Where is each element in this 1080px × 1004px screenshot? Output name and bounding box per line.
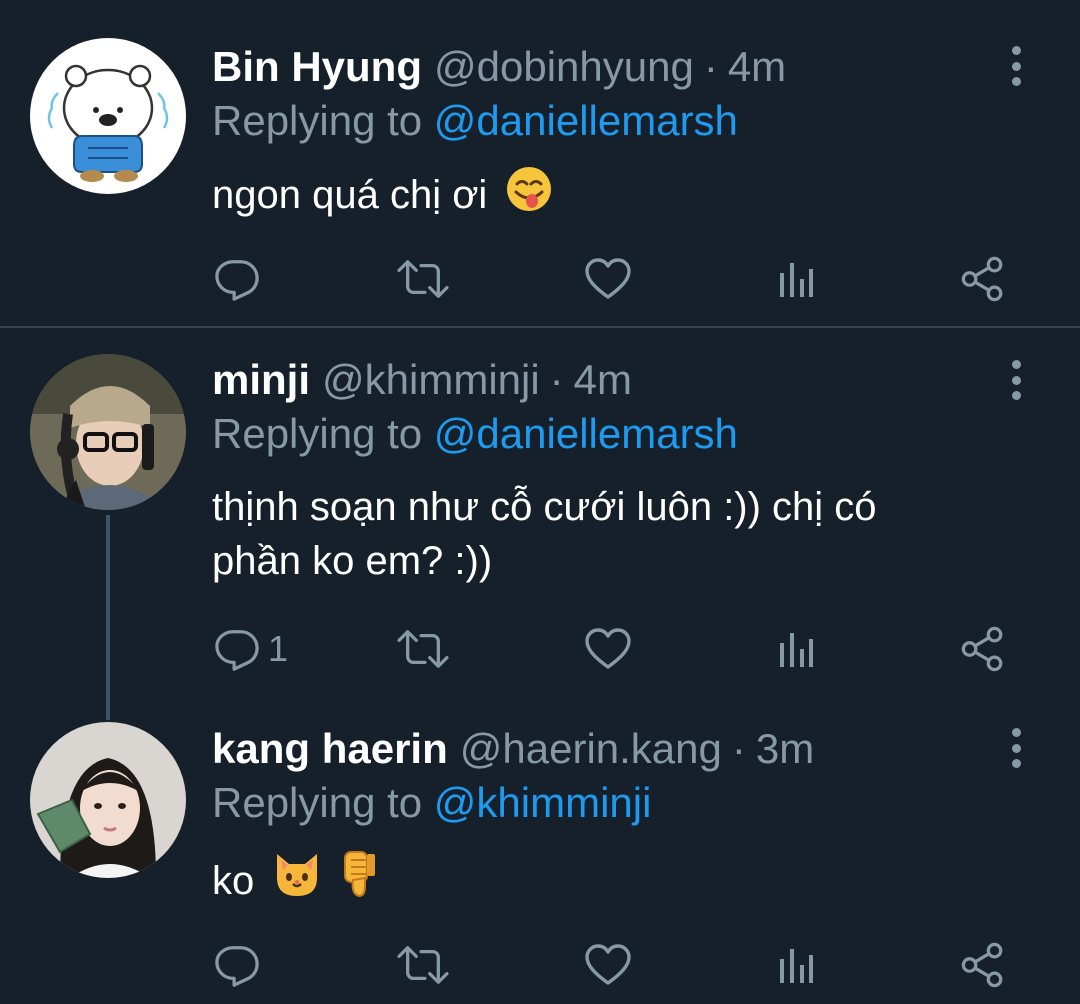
share-button[interactable]: [960, 624, 1006, 674]
cat-face-emoji: [277, 854, 318, 896]
retweet-icon: [396, 626, 450, 672]
share-icon: [960, 626, 1006, 672]
timestamp[interactable]: 4m: [728, 40, 786, 94]
reply-count: 1: [268, 628, 289, 669]
analytics-icon: [776, 629, 816, 669]
separator: ·: [731, 725, 746, 772]
reply-button[interactable]: 1: [214, 624, 288, 674]
tweet-actions: 1: [0, 624, 1080, 674]
display-name[interactable]: Bin Hyung: [212, 40, 422, 94]
analytics-button[interactable]: [776, 254, 816, 304]
retweet-button[interactable]: [396, 624, 450, 674]
tweet-text: ko: [212, 848, 1012, 908]
analytics-icon: [776, 945, 816, 985]
separator: ·: [703, 43, 718, 90]
girl-with-headphones-icon: [30, 354, 186, 510]
tweet-1[interactable]: Bin Hyung @dobinhyung · 4m Replying to @…: [0, 0, 1080, 326]
tweet-text: thịnh soạn như cỗ cưới luôn :)) chị có p…: [212, 480, 1012, 588]
replying-prefix: Replying to: [212, 779, 423, 826]
reply-icon: [214, 626, 260, 672]
share-button[interactable]: [960, 940, 1006, 990]
retweet-button[interactable]: [396, 254, 450, 304]
tweet-text-line: phần ko em? :)): [212, 539, 493, 583]
thumbs-down-emoji: [343, 851, 375, 898]
more-vertical-icon[interactable]: [1004, 46, 1028, 86]
heart-icon: [584, 257, 632, 301]
timestamp[interactable]: 4m: [574, 353, 632, 407]
avatar[interactable]: [30, 354, 186, 510]
reply-button[interactable]: [214, 254, 260, 304]
tweet-text-content: ko: [212, 859, 255, 903]
face-savoring-food-emoji: [507, 167, 552, 211]
like-button[interactable]: [584, 254, 632, 304]
like-button[interactable]: [584, 624, 632, 674]
avatar[interactable]: [30, 38, 186, 194]
analytics-button[interactable]: [776, 940, 816, 990]
avatar[interactable]: [30, 722, 186, 878]
tweet-2[interactable]: minji @khimminji · 4m Replying to @danie…: [0, 328, 1080, 720]
white-bear-icon: [30, 38, 186, 194]
username[interactable]: @khimminji: [322, 353, 540, 407]
heart-icon: [584, 627, 632, 671]
replying-to: Replying to @daniellemarsh: [212, 407, 738, 461]
username[interactable]: @haerin.kang: [460, 722, 722, 776]
reply-icon: [214, 942, 260, 988]
reply-button[interactable]: [214, 940, 260, 990]
tweet-3[interactable]: kang haerin @haerin.kang · 3m Replying t…: [0, 708, 1080, 1004]
retweet-icon: [396, 942, 450, 988]
separator: ·: [549, 356, 564, 403]
retweet-icon: [396, 256, 450, 302]
analytics-button[interactable]: [776, 624, 816, 674]
reply-icon: [214, 256, 260, 302]
tweet-text-content: ngon quá chị ơi: [212, 173, 488, 217]
timestamp[interactable]: 3m: [756, 722, 814, 776]
username[interactable]: @dobinhyung: [434, 40, 694, 94]
more-vertical-icon[interactable]: [1004, 728, 1028, 768]
analytics-icon: [776, 259, 816, 299]
tweet-actions: [0, 940, 1080, 990]
share-icon: [960, 942, 1006, 988]
girl-selfie-icon: [30, 722, 186, 878]
retweet-button[interactable]: [396, 940, 450, 990]
share-button[interactable]: [960, 254, 1006, 304]
replying-prefix: Replying to: [212, 410, 423, 457]
tweet-actions: [0, 254, 1080, 304]
share-icon: [960, 256, 1006, 302]
tweet-text: ngon quá chị ơi: [212, 164, 1012, 222]
replying-to: Replying to @khimminji: [212, 776, 651, 830]
more-vertical-icon[interactable]: [1004, 360, 1028, 400]
replying-to: Replying to @daniellemarsh: [212, 94, 738, 148]
heart-icon: [584, 943, 632, 987]
mention-link[interactable]: @daniellemarsh: [434, 97, 738, 144]
replying-prefix: Replying to: [212, 97, 423, 144]
display-name[interactable]: kang haerin: [212, 722, 448, 776]
mention-link[interactable]: @daniellemarsh: [434, 410, 738, 457]
thread-line: [106, 515, 110, 720]
mention-link[interactable]: @khimminji: [434, 779, 652, 826]
display-name[interactable]: minji: [212, 353, 310, 407]
tweet-text-line: thịnh soạn như cỗ cưới luôn :)) chị có: [212, 485, 877, 529]
like-button[interactable]: [584, 940, 632, 990]
